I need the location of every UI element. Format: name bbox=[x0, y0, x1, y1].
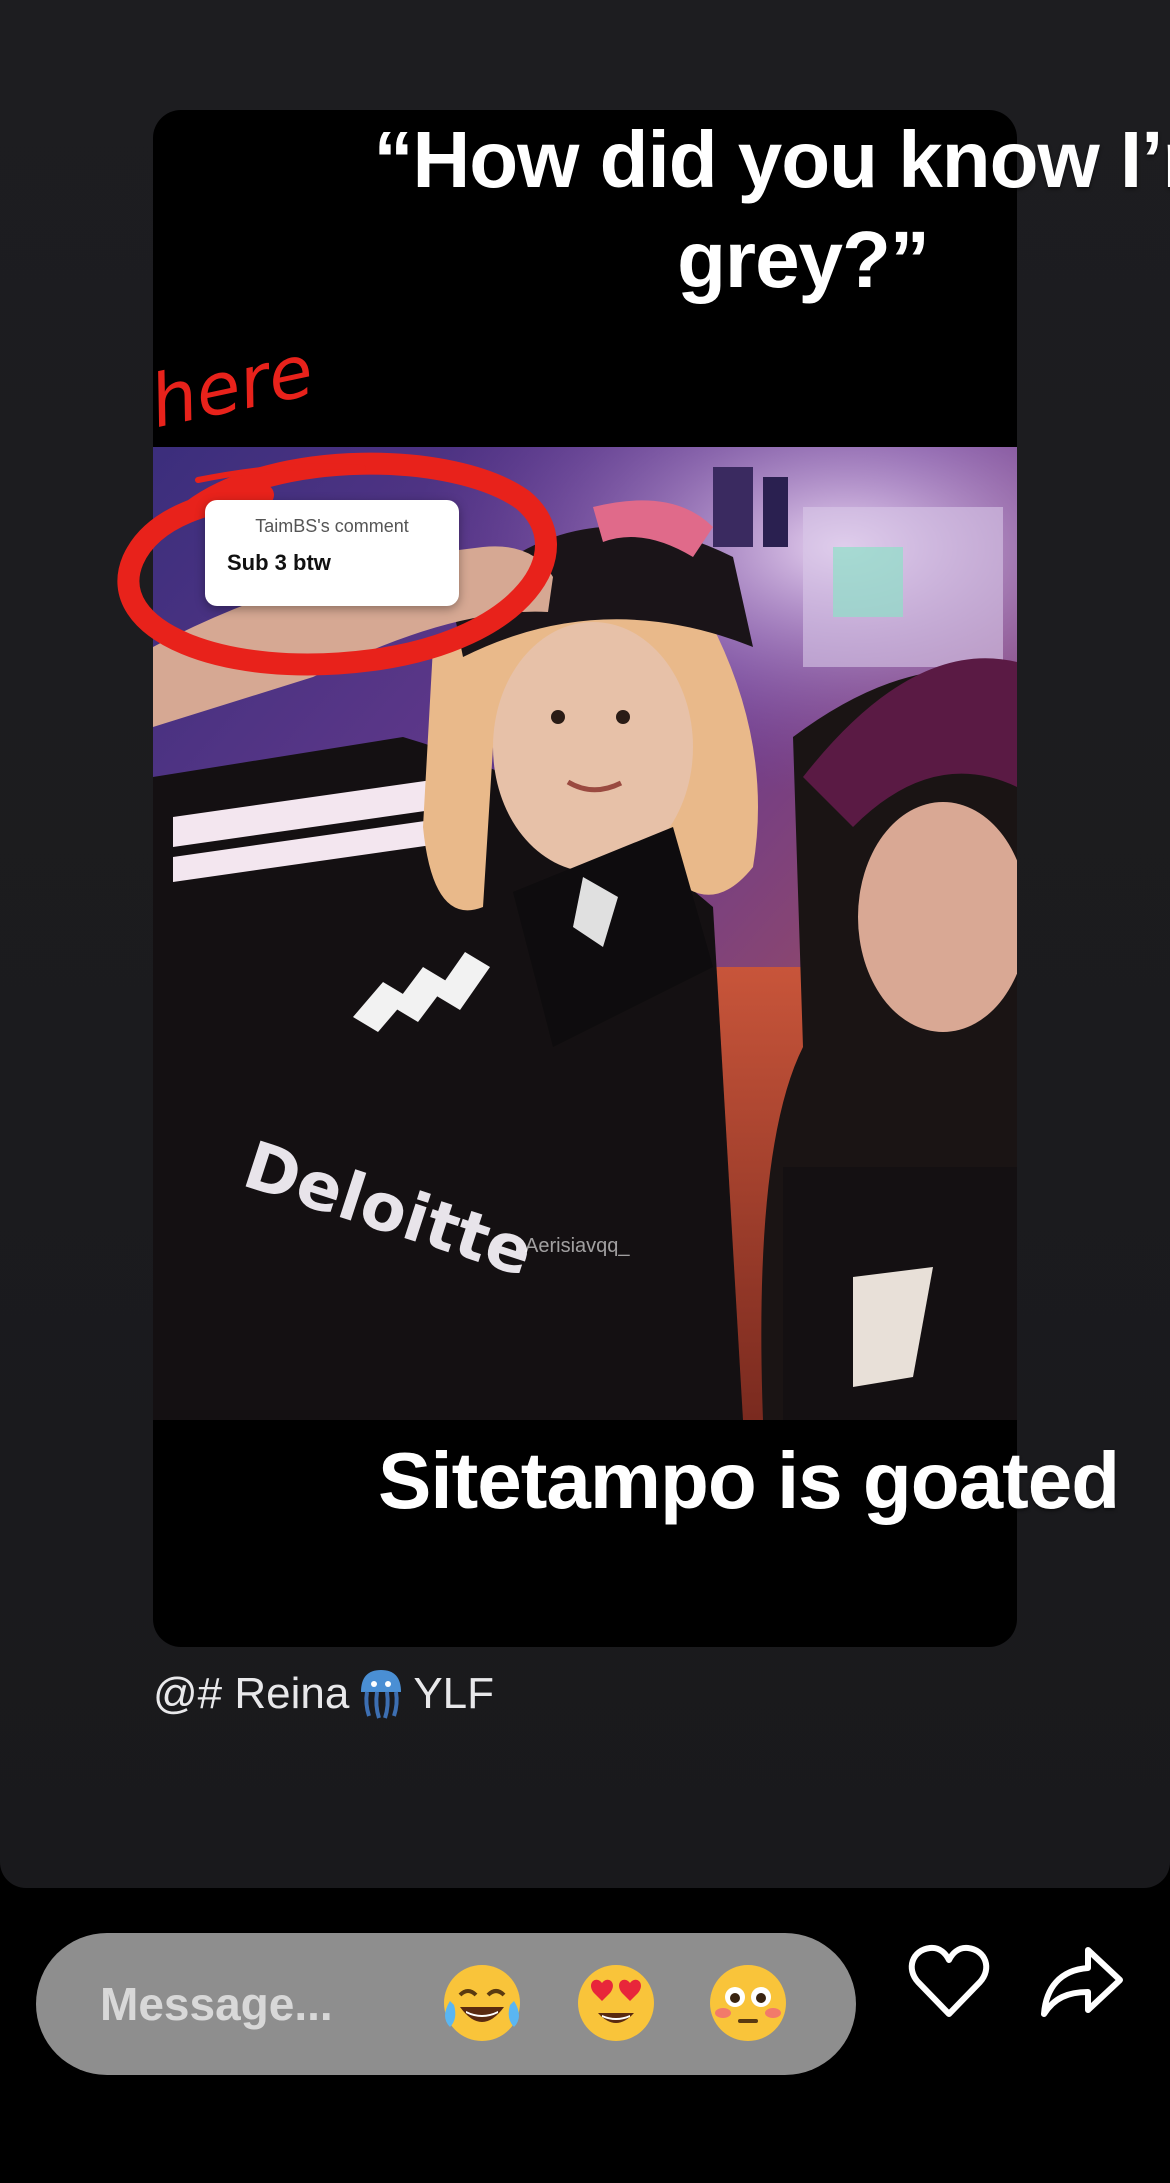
message-input[interactable]: Message... bbox=[36, 1933, 856, 2075]
story-caption-bottom: Sitetampo is goated bbox=[378, 1436, 1120, 1525]
watermark: Aerisiavqq_ bbox=[525, 1235, 630, 1257]
story-caption-top: “How did you know I’m grey?” bbox=[373, 115, 1170, 304]
story-panel[interactable]: “How did you know I’m grey?” here TaimBS… bbox=[0, 0, 1170, 1888]
here-text: here bbox=[143, 328, 321, 444]
message-placeholder: Message... bbox=[100, 1978, 333, 2030]
comment-author: TaimBS's comment bbox=[255, 516, 409, 536]
reply-comment-sticker[interactable]: TaimBS's comment Sub 3 btw bbox=[205, 500, 459, 606]
story-media[interactable]: “How did you know I’m grey?” here TaimBS… bbox=[117, 110, 1170, 1647]
jersey-text: Deloitte bbox=[235, 1140, 542, 1280]
share-arrow-icon[interactable] bbox=[1036, 1936, 1126, 2026]
comment-text: Sub 3 btw bbox=[227, 550, 331, 575]
heart-icon[interactable] bbox=[904, 1936, 994, 2026]
mention-tag[interactable]: @# Reina YLF bbox=[153, 1668, 494, 1720]
reply-bar: Message... bbox=[0, 1888, 1170, 2183]
mention-prefix: @# Reina bbox=[153, 1669, 350, 1718]
jellyfish-icon bbox=[361, 1670, 402, 1719]
mention-suffix: YLF bbox=[413, 1669, 495, 1718]
heart-eyes-emoji-button[interactable] bbox=[574, 1961, 658, 2045]
svg-text:Deloitte: Deloitte bbox=[235, 1140, 542, 1280]
laughing-tears-emoji-button[interactable] bbox=[440, 1961, 524, 2045]
flushed-emoji-button[interactable] bbox=[706, 1961, 790, 2045]
